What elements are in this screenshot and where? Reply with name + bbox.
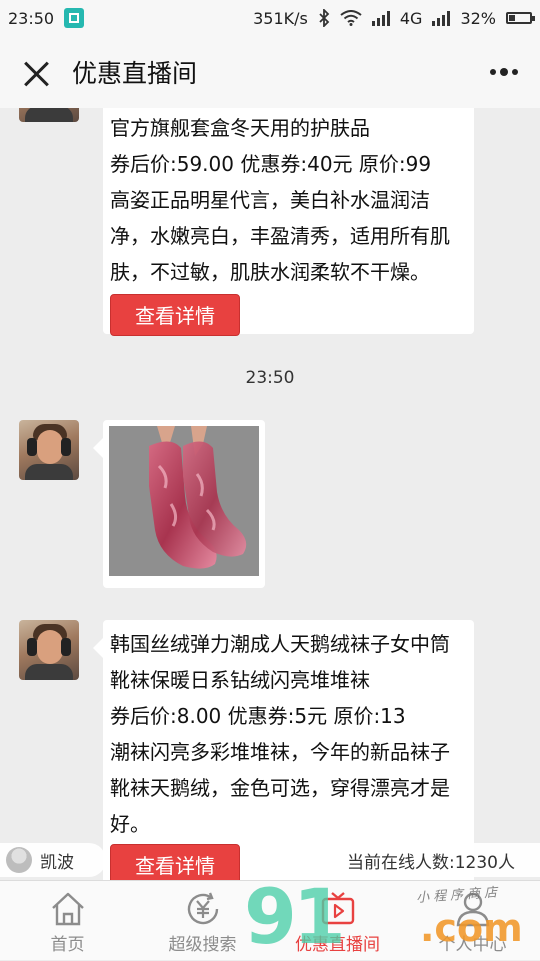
tab-super-search[interactable]: 超级搜索 bbox=[135, 881, 270, 961]
network-type: 4G bbox=[399, 8, 423, 28]
signal-icon-2 bbox=[432, 10, 451, 26]
message-line: 韩国丝绒弹力潮成人天鹅绒袜子女中筒 bbox=[110, 632, 450, 656]
scan-icon bbox=[64, 8, 85, 28]
message-line: 券后价:8.00 优惠券:5元 原价:13 bbox=[110, 704, 406, 728]
viewer-name: 凯波 bbox=[40, 852, 74, 873]
more-icon[interactable] bbox=[490, 68, 518, 76]
view-details-button[interactable]: 查看详情 bbox=[110, 294, 240, 336]
online-count: 当前在线人数:1230人 bbox=[347, 852, 515, 873]
tab-live-room[interactable]: 优惠直播间 bbox=[270, 881, 405, 961]
yen-search-icon bbox=[187, 892, 218, 925]
view-details-button[interactable]: 查看详情 bbox=[110, 844, 240, 880]
wifi-icon bbox=[340, 10, 362, 26]
bottom-tab-bar: 首页 超级搜索 优惠直播间 个人中心 bbox=[0, 880, 540, 960]
message-timestamp: 23:50 bbox=[245, 368, 295, 388]
avatar[interactable] bbox=[19, 420, 79, 480]
home-icon bbox=[51, 892, 84, 926]
viewer-avatar bbox=[6, 847, 32, 873]
signal-icon bbox=[371, 10, 390, 26]
product-message: 韩国丝绒弹力潮成人天鹅绒袜子女中筒 靴袜保暖日系钻绒闪亮堆堆袜 券后价:8.00… bbox=[93, 620, 474, 880]
status-time: 23:50 bbox=[8, 8, 55, 28]
tab-label: 超级搜索 bbox=[168, 935, 237, 955]
product-message: 官方旗舰套盒冬天用的护肤品 券后价:59.00 优惠券:40元 原价:99 高姿… bbox=[103, 108, 474, 336]
battery-icon bbox=[506, 12, 535, 24]
image-message[interactable] bbox=[93, 420, 265, 588]
sock-photo[interactable] bbox=[109, 426, 259, 576]
tab-label: 个人中心 bbox=[438, 935, 507, 955]
app-header: 优惠直播间 bbox=[0, 36, 540, 108]
online-count-pill: 当前在线人数:1230人 bbox=[322, 843, 540, 877]
bluetooth-icon bbox=[319, 9, 330, 27]
message-line: 净，水嫩亮白，丰盈清秀，适用所有肌 bbox=[110, 224, 450, 248]
message-line: 靴袜天鹅绒，金色可选，穿得漂亮才是 bbox=[110, 776, 450, 800]
avatar[interactable] bbox=[19, 108, 79, 122]
net-speed: 351K/s bbox=[253, 8, 308, 28]
tab-label: 首页 bbox=[50, 935, 85, 955]
battery-percent: 32% bbox=[460, 8, 496, 28]
tab-label: 优惠直播间 bbox=[295, 935, 380, 955]
page-title: 优惠直播间 bbox=[72, 59, 198, 88]
message-line: 官方旗舰套盒冬天用的护肤品 bbox=[110, 116, 370, 140]
chat-area[interactable]: 官方旗舰套盒冬天用的护肤品 券后价:59.00 优惠券:40元 原价:99 高姿… bbox=[0, 108, 540, 880]
tab-profile[interactable]: 个人中心 bbox=[405, 881, 540, 961]
current-viewer-pill: 凯波 bbox=[0, 843, 106, 877]
avatar[interactable] bbox=[19, 620, 79, 680]
person-icon bbox=[456, 892, 489, 927]
message-line: 潮袜闪亮多彩堆堆袜，今年的新品袜子 bbox=[110, 740, 450, 764]
close-icon[interactable] bbox=[22, 60, 50, 88]
message-line: 好。 bbox=[110, 812, 150, 836]
live-tv-icon bbox=[321, 892, 354, 925]
tab-home[interactable]: 首页 bbox=[0, 881, 135, 961]
message-line: 券后价:59.00 优惠券:40元 原价:99 bbox=[110, 152, 432, 176]
status-bar: 23:50 351K/s 4G 32% bbox=[0, 0, 540, 36]
message-line: 高姿正品明星代言，美白补水温润洁 bbox=[110, 188, 430, 212]
message-line: 靴袜保暖日系钻绒闪亮堆堆袜 bbox=[110, 668, 370, 692]
message-line: 肤，不过敏，肌肤水润柔软不干燥。 bbox=[110, 260, 430, 284]
